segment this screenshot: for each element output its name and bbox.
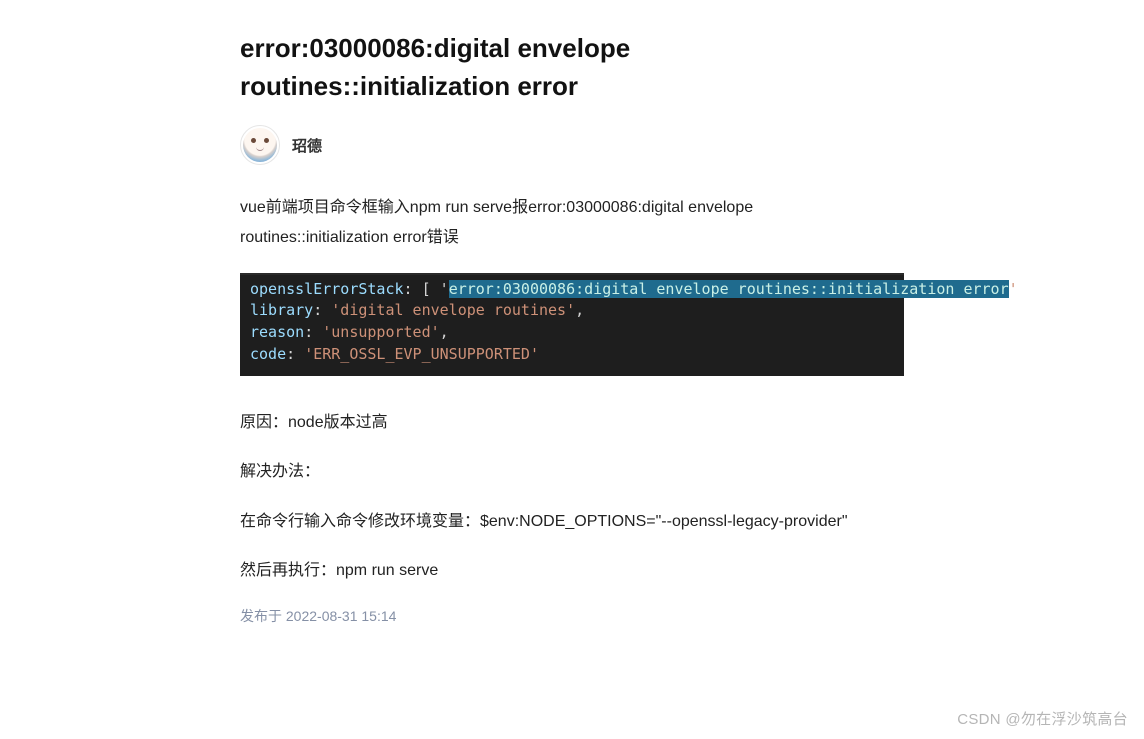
avatar[interactable] xyxy=(240,125,280,165)
code-text: ' xyxy=(1009,280,1018,298)
author-name[interactable]: 玿德 xyxy=(292,135,322,156)
code-block: opensslErrorStack: [ 'error:03000086:dig… xyxy=(240,273,904,376)
solution-label: 解决办法： xyxy=(240,457,904,487)
code-selected: error:03000086:digital envelope routines… xyxy=(449,280,1009,298)
then-run: 然后再执行：npm run serve xyxy=(240,556,904,586)
code-text: , xyxy=(575,301,584,319)
code-text: : xyxy=(304,323,322,341)
code-key: reason xyxy=(250,323,304,341)
code-key: opensslErrorStack xyxy=(250,280,404,298)
publish-date: 发布于 2022-08-31 15:14 xyxy=(240,606,904,626)
article-title: error:03000086:digital envelope routines… xyxy=(240,30,904,105)
watermark: CSDN @勿在浮沙筑高台 xyxy=(957,708,1128,729)
code-text: : xyxy=(313,301,331,319)
code-string: 'ERR_OSSL_EVP_UNSUPPORTED' xyxy=(304,345,539,363)
intro-paragraph: vue前端项目命令框输入npm run serve报error:03000086… xyxy=(240,193,904,252)
cause-paragraph: 原因：node版本过高 xyxy=(240,408,904,438)
solution-command: 在命令行输入命令修改环境变量：$env:NODE_OPTIONS="--open… xyxy=(240,507,904,537)
author-row[interactable]: 玿德 xyxy=(240,125,904,165)
article-body: vue前端项目命令框输入npm run serve报error:03000086… xyxy=(240,193,904,626)
code-text: , xyxy=(440,323,449,341)
code-key: code xyxy=(250,345,286,363)
article-container: error:03000086:digital envelope routines… xyxy=(0,0,1144,626)
code-string: 'unsupported' xyxy=(322,323,439,341)
code-text: : [ ' xyxy=(404,280,449,298)
code-key: library xyxy=(250,301,313,319)
code-string: 'digital envelope routines' xyxy=(331,301,575,319)
code-text: : xyxy=(286,345,304,363)
avatar-image xyxy=(243,128,277,162)
